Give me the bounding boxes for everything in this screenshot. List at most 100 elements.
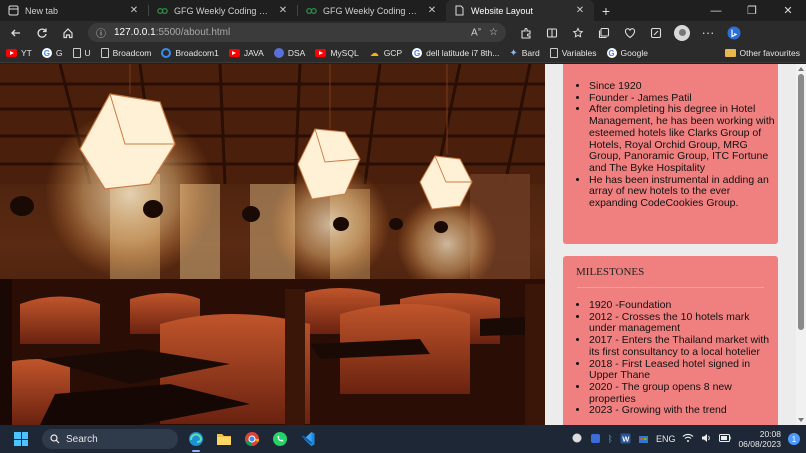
list-item: 1920 -Foundation (589, 299, 778, 312)
microsoft-store-icon[interactable] (638, 433, 649, 446)
list-item: 2017 - Enters the Thailand market with i… (589, 334, 778, 358)
bookmark-google[interactable]: G Google (606, 48, 648, 58)
split-screen-icon[interactable] (540, 23, 564, 43)
favourites-icon[interactable] (566, 23, 590, 43)
tab-gfg-contest-2[interactable]: GFG Weekly Coding Contest - 1 ✕ (298, 0, 446, 21)
close-tab-icon[interactable]: ✕ (426, 5, 438, 16)
time-text: 20:08 (759, 429, 781, 439)
bookmark-bard[interactable]: ✦ Bard (509, 48, 539, 59)
profile-avatar[interactable] (670, 23, 694, 43)
bookmark-label: Bard (521, 48, 540, 58)
scroll-up-icon[interactable] (798, 67, 804, 71)
tab-title: GFG Weekly Coding Contest - 1 (323, 5, 420, 16)
bookmark-u[interactable]: U (72, 48, 91, 58)
bookmark-label: U (84, 48, 91, 58)
copilot-tray-icon[interactable] (590, 433, 601, 446)
restore-icon[interactable]: ❐ (734, 0, 770, 21)
bookmark-variables[interactable]: Variables (549, 48, 597, 58)
clock[interactable]: 20:08 06/08/2023 (738, 429, 781, 449)
close-tab-icon[interactable]: ✕ (128, 5, 140, 16)
youtube-icon (6, 49, 17, 57)
bookmark-yt[interactable]: YT (6, 48, 32, 58)
home-icon[interactable] (56, 23, 80, 43)
volume-icon[interactable] (701, 433, 712, 445)
tab-gfg-contest[interactable]: GFG Weekly Coding Contest ✕ (149, 0, 297, 21)
taskbar-search[interactable]: Search (42, 429, 178, 449)
close-tab-icon[interactable]: ✕ (574, 5, 586, 16)
bookmark-gcp[interactable]: ☁ GCP (369, 47, 402, 59)
collections-icon[interactable] (592, 23, 616, 43)
scrollbar-thumb[interactable] (798, 74, 804, 330)
founding-card: Since 1920 Founder - James Patil After c… (563, 64, 778, 244)
bookmark-broadcom1[interactable]: Broadcom1 (161, 48, 219, 58)
notification-badge[interactable]: 1 (788, 433, 800, 445)
list-item: 2020 - The group opens 8 new properties (589, 381, 778, 405)
weather-icon[interactable] (571, 433, 583, 445)
bookmark-label: Broadcom (112, 48, 152, 58)
extensions-icon[interactable] (514, 23, 538, 43)
scroll-down-icon[interactable] (798, 418, 804, 422)
tab-title: Website Layout (471, 5, 533, 16)
bookmark-dsa[interactable]: DSA (273, 48, 305, 58)
list-item: 2018 - First Leased hotel signed in Uppe… (589, 358, 778, 382)
windows-taskbar: Search ᛒ W ENG 20:08 06/08/2023 1 (0, 425, 806, 453)
tab-title: GFG Weekly Coding Contest (174, 5, 271, 16)
pinned-apps (186, 429, 318, 452)
list-item: He has been instrumental in adding an ar… (589, 174, 778, 210)
page-scrollbar[interactable] (796, 64, 806, 425)
bookmark-mysql[interactable]: MySQL (315, 48, 359, 58)
system-tray: ᛒ W ENG 20:08 06/08/2023 1 (571, 429, 800, 449)
bookmark-label: YT (21, 48, 32, 58)
search-icon (50, 434, 60, 444)
bluetooth-icon[interactable]: ᛒ (608, 434, 613, 444)
start-button[interactable] (14, 432, 28, 446)
bookmark-dell[interactable]: Gdell latitude i7 8th... (412, 48, 499, 58)
vscode-icon[interactable] (298, 429, 318, 449)
screenshot-icon[interactable] (644, 23, 668, 43)
browser-essentials-icon[interactable] (618, 23, 642, 43)
tab-strip: New tab ✕ GFG Weekly Coding Contest ✕ GF… (0, 0, 806, 21)
milestones-list: 1920 -Foundation 2012 - Crosses the 10 h… (563, 299, 778, 417)
avatar (674, 24, 690, 41)
language-indicator[interactable]: ENG (656, 434, 676, 444)
list-item: 2023 - Growing with the trend (589, 405, 778, 417)
bing-copilot-icon[interactable] (722, 23, 746, 43)
back-icon[interactable] (4, 23, 28, 43)
page-icon (549, 48, 558, 58)
page-icon (100, 48, 109, 58)
new-tab-button[interactable]: + (594, 0, 618, 21)
address-bar[interactable]: ⓘ 127.0.0.1:5500/about.html A» ☆ (88, 23, 506, 42)
bookmark-broadcom[interactable]: Broadcom (100, 48, 152, 58)
gcp-icon: ☁ (369, 47, 379, 58)
chrome-icon[interactable] (242, 429, 262, 449)
page-icon (72, 48, 81, 58)
bookmark-label: Google (620, 48, 648, 58)
whatsapp-icon[interactable] (270, 429, 290, 449)
page-icon (454, 5, 465, 16)
wifi-icon[interactable] (682, 433, 694, 445)
tab-website-layout[interactable]: Website Layout ✕ (446, 0, 594, 21)
window-controls: — ❐ ✕ (698, 0, 806, 21)
read-aloud-icon[interactable]: A» (471, 27, 481, 38)
site-info-icon[interactable]: ⓘ (96, 25, 106, 40)
bookmark-java[interactable]: JAVA (228, 48, 264, 58)
browser-toolbar: ⓘ 127.0.0.1:5500/about.html A» ☆ ··· (0, 21, 806, 44)
list-item: 2012 - Crosses the 10 hotels mark under … (589, 311, 778, 335)
close-tab-icon[interactable]: ✕ (277, 5, 289, 16)
close-window-icon[interactable]: ✕ (770, 0, 806, 21)
more-options-icon[interactable]: ··· (696, 23, 720, 43)
tab-new-tab[interactable]: New tab ✕ (0, 0, 148, 21)
refresh-icon[interactable] (30, 23, 54, 43)
bookmark-label: Variables (561, 48, 597, 58)
gfg-icon (157, 5, 168, 16)
minimize-icon[interactable]: — (698, 0, 734, 21)
url-text[interactable]: 127.0.0.1:5500/about.html (114, 27, 463, 38)
edge-app-icon[interactable] (186, 429, 206, 452)
file-explorer-icon[interactable] (214, 429, 234, 449)
bookmark-g[interactable]: GG (41, 48, 63, 58)
word-icon[interactable]: W (620, 433, 631, 446)
battery-icon[interactable] (719, 434, 732, 444)
other-favourites[interactable]: Other favourites (724, 48, 800, 58)
bookmark-label: G (55, 48, 63, 58)
favourite-star-icon[interactable]: ☆ (489, 27, 498, 38)
